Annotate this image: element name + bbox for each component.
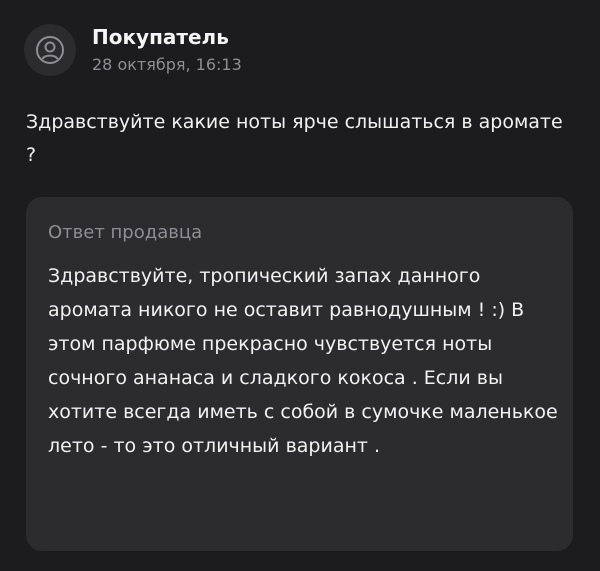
author-row: Покупатель 28 октября, 16:13	[24, 24, 242, 76]
author-date: 28 октября, 16:13	[92, 55, 242, 74]
question-card: Покупатель 28 октября, 16:13 Здравствуйт…	[0, 0, 600, 571]
author-meta: Покупатель 28 октября, 16:13	[92, 24, 242, 76]
user-icon	[36, 36, 64, 64]
avatar	[24, 24, 76, 76]
author-name: Покупатель	[92, 25, 229, 49]
seller-answer-text: Здравствуйте, тропический запах данного …	[48, 265, 558, 457]
seller-answer-title: Ответ продавца	[48, 222, 203, 243]
question-text: Здравствуйте какие ноты ярче слышаться в…	[26, 111, 563, 166]
seller-answer-box: Ответ продавца Здравствуйте, тропический…	[26, 197, 573, 551]
